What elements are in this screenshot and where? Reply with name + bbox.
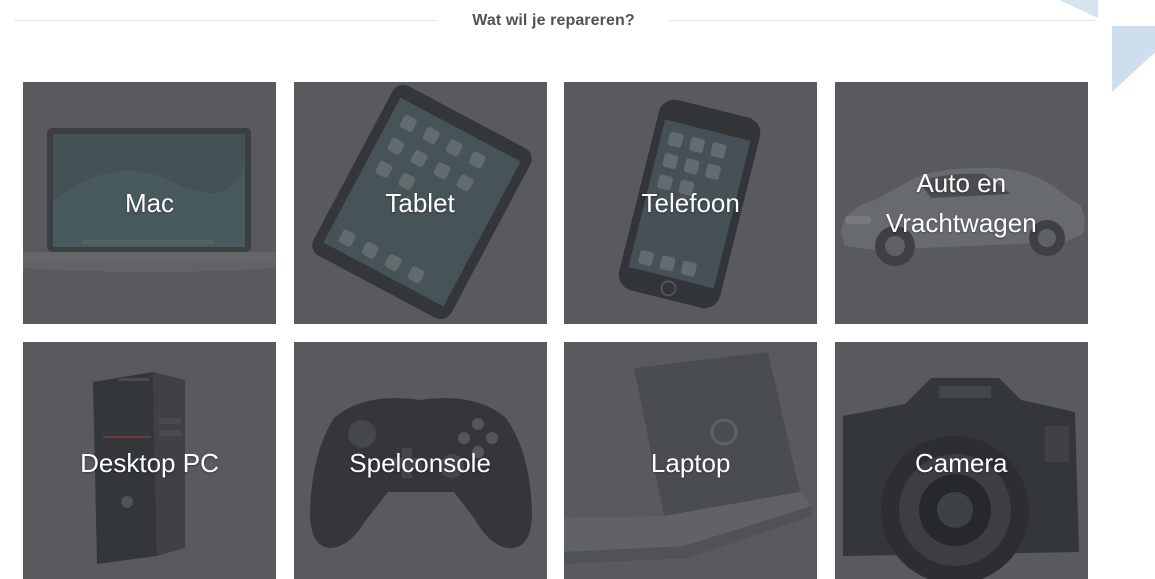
tile-laptop[interactable]: Laptop — [564, 342, 818, 579]
section-heading: Wat wil je repareren? — [472, 12, 635, 29]
tile-label: Spelconsole — [349, 448, 491, 478]
tile-mac[interactable]: Mac — [23, 82, 276, 324]
tile-tablet[interactable]: Tablet — [293, 82, 547, 324]
tile-car[interactable]: Auto en Vrachtwagen — [834, 82, 1088, 324]
tile-label: Auto en Vrachtwagen — [885, 168, 1037, 238]
heading-divider-right — [669, 20, 1096, 21]
tile-game-console[interactable]: Spelconsole — [293, 342, 547, 579]
tile-label: Camera — [915, 448, 1008, 478]
tile-desktop-pc[interactable]: Desktop PC — [23, 342, 276, 579]
tile-camera[interactable]: Camera — [834, 342, 1088, 579]
tile-label: Laptop — [650, 448, 731, 478]
page: Wat wil je repareren? Mac Tablet Telefoo… — [0, 0, 1155, 579]
decorative-arrow-shape — [1112, 26, 1155, 92]
tile-label: Desktop PC — [80, 448, 219, 478]
tile-label: Mac — [124, 188, 175, 218]
tile-label: Tablet — [385, 188, 455, 218]
section-heading-row: Wat wil je repareren? — [14, 8, 1096, 34]
heading-divider-left — [14, 20, 438, 21]
category-grid: Mac Tablet Telefoon Auto en Vrachtwagen … — [23, 82, 1088, 579]
tile-phone[interactable]: Telefoon — [564, 82, 818, 324]
tile-label: Telefoon — [641, 188, 740, 218]
